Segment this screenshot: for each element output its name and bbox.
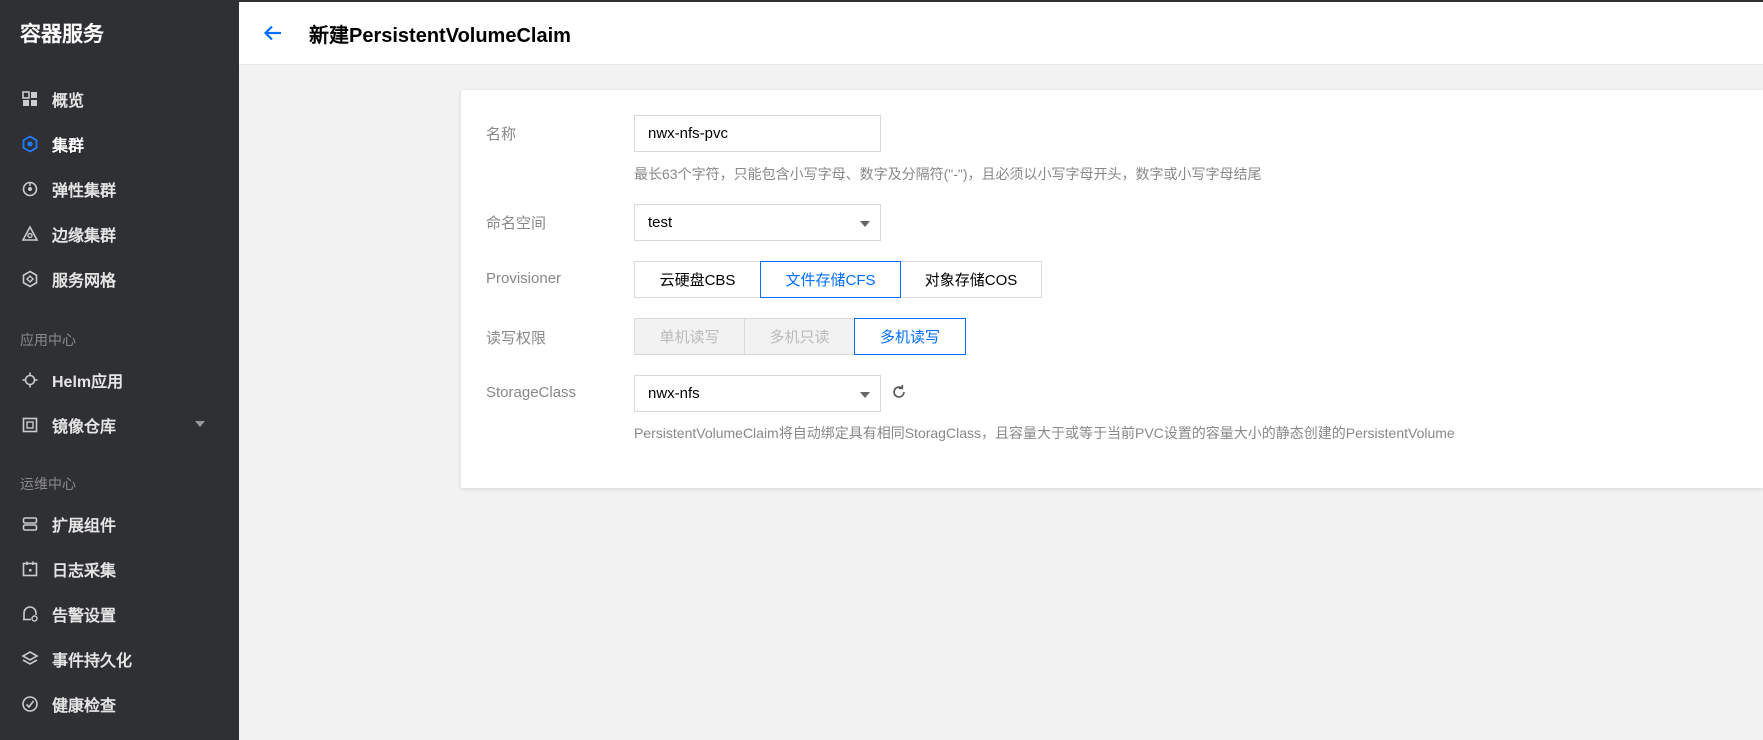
sidebar-item-addon[interactable]: 扩展组件 — [0, 504, 239, 544]
sidebar-item-label: 服务网格 — [52, 273, 117, 290]
name-hint: 最长63个字符，只能包含小写字母、数字及分隔符("-")，且必须以小写字母开头，… — [634, 166, 1262, 182]
chevron-down-icon — [860, 221, 870, 227]
page-header: 新建PersistentVolumeClaim — [239, 0, 1763, 65]
refresh-icon[interactable] — [889, 382, 909, 402]
back-arrow-icon[interactable] — [262, 22, 284, 44]
namespace-select-value: test — [648, 214, 673, 231]
access-option-single-rw[interactable]: 单机读写 — [634, 318, 745, 355]
sidebar-item-label: 边缘集群 — [52, 228, 117, 245]
storageclass-select[interactable]: nwx-nfs — [634, 375, 881, 412]
access-segmented: 单机读写 多机只读 多机读写 — [634, 318, 966, 355]
storageclass-select-value: nwx-nfs — [648, 385, 700, 402]
chevron-down-icon — [860, 392, 870, 398]
access-option-multi-ro[interactable]: 多机只读 — [744, 318, 855, 355]
sidebar-item-label: 集群 — [52, 138, 85, 155]
namespace-select[interactable]: test — [634, 204, 881, 241]
sidebar-item-service-mesh[interactable]: 服务网格 — [0, 259, 239, 299]
sidebar-item-cluster[interactable]: 集群 — [0, 124, 239, 164]
provisioner-label: Provisioner — [486, 270, 562, 287]
sidebar-item-label: 日志采集 — [52, 563, 117, 580]
sidebar-item-label: 告警设置 — [52, 608, 117, 625]
sidebar: 容器服务 概览 集群 弹性集群 边缘集群 服务网格 应用中心 Helm应用 镜像… — [0, 0, 239, 740]
sidebar-group-app: 应用中心 — [20, 332, 76, 348]
mesh-icon — [20, 269, 40, 289]
addon-icon — [20, 514, 40, 534]
layers-icon — [20, 649, 40, 669]
sidebar-item-label: 扩展组件 — [52, 518, 117, 535]
sidebar-item-helm[interactable]: Helm应用 — [0, 360, 239, 400]
grid-icon — [20, 89, 40, 109]
sidebar-item-label: 事件持久化 — [52, 653, 133, 670]
access-option-multi-rw[interactable]: 多机读写 — [854, 318, 966, 355]
registry-icon — [20, 415, 40, 435]
sidebar-item-alarm[interactable]: 告警设置 — [0, 594, 239, 634]
sidebar-item-edge-cluster[interactable]: 边缘集群 — [0, 214, 239, 254]
access-label: 读写权限 — [486, 330, 547, 347]
name-input-value: nwx-nfs-pvc — [648, 125, 729, 142]
form-card: 名称 nwx-nfs-pvc 最长63个字符，只能包含小写字母、数字及分隔符("… — [461, 90, 1763, 488]
health-icon — [20, 694, 40, 714]
storageclass-label: StorageClass — [486, 384, 577, 401]
sidebar-item-log[interactable]: 日志采集 — [0, 549, 239, 589]
provisioner-segmented: 云硬盘CBS 文件存储CFS 对象存储COS — [634, 261, 1042, 298]
storageclass-hint: PersistentVolumeClaim将自动绑定具有相同StoragClas… — [634, 425, 1455, 441]
helm-icon — [20, 370, 40, 390]
sidebar-item-label: 概览 — [52, 93, 85, 110]
sidebar-item-health[interactable]: 健康检查 — [0, 684, 239, 724]
alarm-icon — [20, 604, 40, 624]
sidebar-item-label: 镜像仓库 — [52, 419, 117, 436]
cluster-icon — [20, 134, 40, 154]
edge-cluster-icon — [20, 224, 40, 244]
elastic-cluster-icon — [20, 179, 40, 199]
sidebar-item-label: Helm应用 — [52, 374, 124, 391]
sidebar-group-ops: 运维中心 — [20, 476, 76, 492]
namespace-label: 命名空间 — [486, 215, 547, 232]
sidebar-item-event[interactable]: 事件持久化 — [0, 639, 239, 679]
name-input[interactable]: nwx-nfs-pvc — [634, 115, 881, 152]
provisioner-option-cbs[interactable]: 云硬盘CBS — [634, 261, 761, 298]
sidebar-brand: 容器服务 — [20, 22, 104, 46]
calendar-icon — [20, 559, 40, 579]
name-label: 名称 — [486, 126, 517, 143]
chevron-down-icon[interactable] — [195, 421, 205, 427]
sidebar-item-overview[interactable]: 概览 — [0, 79, 239, 119]
sidebar-item-elastic-cluster[interactable]: 弹性集群 — [0, 169, 239, 209]
sidebar-item-label: 弹性集群 — [52, 183, 117, 200]
sidebar-item-registry[interactable]: 镜像仓库 — [0, 405, 239, 445]
sidebar-item-label: 健康检查 — [52, 698, 117, 715]
provisioner-option-cfs[interactable]: 文件存储CFS — [760, 261, 901, 298]
provisioner-option-cos[interactable]: 对象存储COS — [900, 261, 1042, 298]
page-title: 新建PersistentVolumeClaim — [309, 24, 571, 47]
